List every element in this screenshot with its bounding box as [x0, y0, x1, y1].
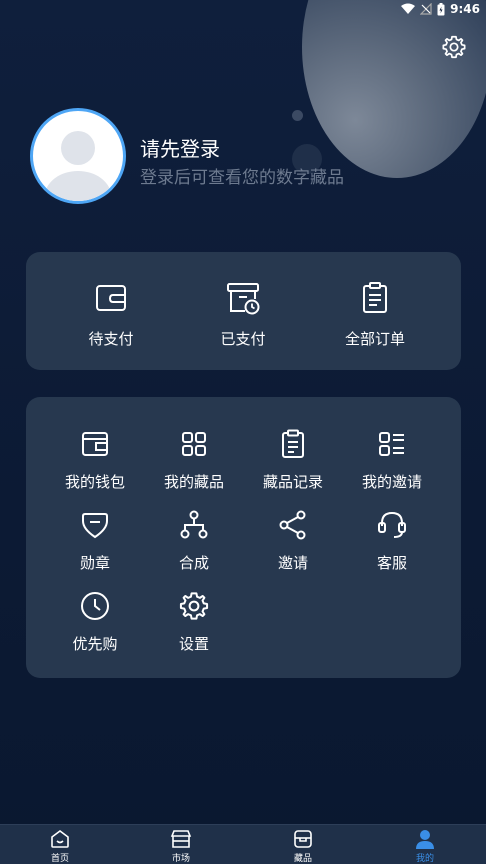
status-bar: 9:46 [0, 0, 486, 20]
wifi-icon [401, 3, 416, 14]
tab-collections[interactable]: 藏品 [263, 828, 343, 864]
wallet-icon [96, 285, 126, 311]
avatar[interactable] [30, 108, 126, 204]
gear-icon [179, 592, 209, 620]
menu-item-collection-records[interactable]: 藏品记录 [243, 428, 343, 492]
user-icon [416, 830, 434, 849]
orders-card: 待支付 已支付 全部订单 [26, 252, 461, 370]
paid-button[interactable]: 已支付 [183, 280, 303, 349]
tab-market[interactable]: 市场 [141, 828, 221, 864]
menu-item-invite[interactable]: 邀请 [243, 509, 343, 573]
menu-item-badges[interactable]: 勋章 [45, 509, 145, 573]
menu-item-collections[interactable]: 我的藏品 [144, 428, 244, 492]
clock-icon [81, 592, 109, 620]
clipboard-icon [282, 429, 304, 458]
all-orders-button[interactable]: 全部订单 [315, 280, 435, 349]
pending-payment-button[interactable]: 待支付 [51, 280, 171, 349]
share-icon [279, 510, 306, 540]
planet-decoration [302, 0, 486, 178]
wallet-icon [82, 432, 108, 456]
box-clock-icon [227, 283, 260, 315]
menu-item-settings[interactable]: 设置 [144, 590, 244, 654]
box-icon [294, 830, 312, 848]
hierarchy-icon [180, 510, 208, 539]
clipboard-icon [363, 282, 387, 313]
grid-icon [182, 432, 206, 456]
badge-icon [82, 513, 108, 539]
menu-item-my-invites[interactable]: 我的邀请 [342, 428, 442, 492]
menu-item-customer-service[interactable]: 客服 [342, 509, 442, 573]
tab-mine[interactable]: 我的 [385, 828, 465, 864]
headset-icon [378, 511, 406, 538]
home-icon [51, 830, 69, 848]
signal-icon [420, 3, 432, 15]
menu-item-synthesis[interactable]: 合成 [144, 509, 244, 573]
list-icon [379, 432, 404, 456]
tab-home[interactable]: 首页 [20, 828, 100, 864]
login-subtitle: 登录后可查看您的数字藏品 [140, 168, 344, 188]
status-time: 9:46 [450, 2, 480, 16]
services-card: 我的钱包 我的藏品 藏品记录 我的邀请 勋章 合成 邀请 客服 优先购 设置 [26, 397, 461, 678]
battery-icon [437, 2, 445, 15]
menu-item-wallet[interactable]: 我的钱包 [45, 428, 145, 492]
bottom-tab-bar: 首页 市场 藏品 我的 [0, 824, 486, 864]
menu-item-priority-purchase[interactable]: 优先购 [45, 590, 145, 654]
gear-icon[interactable] [441, 34, 467, 60]
moon-decoration [292, 110, 303, 121]
store-icon [170, 830, 192, 848]
login-prompt[interactable]: 请先登录 [140, 133, 220, 162]
